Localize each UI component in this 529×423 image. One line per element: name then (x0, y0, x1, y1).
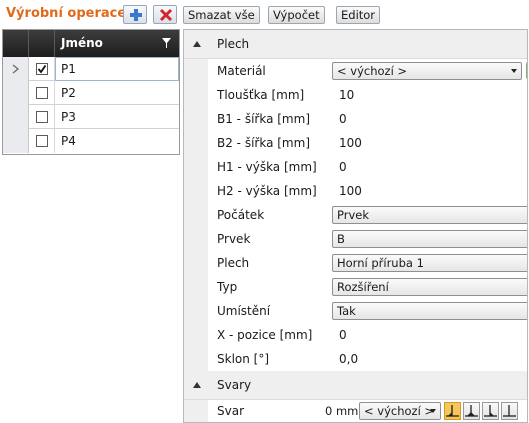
column-header-name[interactable]: Jméno (61, 36, 103, 50)
section-title: Plech (217, 37, 250, 51)
weld-type-button[interactable] (463, 402, 480, 420)
property-start: Počátek Prvek (208, 204, 527, 228)
weld-type-button-active[interactable] (444, 402, 461, 420)
h2-value[interactable]: 100 (339, 184, 362, 198)
position-dropdown[interactable]: Tak (332, 302, 527, 320)
section-title: Svary (217, 378, 252, 392)
property-x-position: X - pozice [mm] 0 (217, 328, 347, 342)
grid-header: Jméno (3, 30, 179, 57)
row-name: P4 (61, 134, 76, 148)
calculate-button[interactable]: Výpočet (268, 6, 325, 24)
b1-value[interactable]: 0 (339, 112, 347, 126)
member-dropdown[interactable]: B (332, 230, 527, 248)
property-h2: H2 - výška [mm] 100 (217, 184, 362, 198)
section-svary-header[interactable]: Svary (184, 371, 527, 400)
properties-panel: Plech Materiál < výchozí > Tloušťka [mm]… (183, 29, 528, 423)
operations-grid: Jméno P1 P2 P3 P4 (2, 29, 180, 155)
check-icon (37, 64, 47, 74)
row-indicator (3, 105, 29, 129)
thickness-value[interactable]: 10 (339, 88, 354, 102)
row-indicator (3, 129, 29, 153)
panel-title: Výrobní operace (6, 6, 127, 21)
weld-size-value[interactable]: 0 mm (325, 404, 358, 418)
row-name: P3 (61, 110, 76, 124)
row-name: P2 (61, 86, 76, 100)
chevron-down-icon (430, 409, 436, 413)
property-position: Umístění Tak (208, 300, 527, 324)
fillet-weld-icon (446, 405, 459, 417)
row-checkbox[interactable] (36, 111, 48, 123)
row-checkbox[interactable] (36, 87, 48, 99)
property-material: Materiál < výchozí > (208, 60, 527, 84)
header-indicator-cell (3, 30, 29, 57)
chevron-right-icon (12, 64, 20, 74)
weld-dropdown[interactable]: < výchozí > (359, 402, 441, 420)
start-dropdown[interactable]: Prvek (332, 206, 527, 224)
butt-weld-icon (503, 405, 516, 417)
collapse-triangle-icon[interactable] (193, 382, 201, 388)
table-row[interactable]: P4 (3, 129, 179, 153)
double-fillet-weld-icon (465, 405, 478, 417)
weld-type-button[interactable] (501, 402, 518, 420)
section-plech-header[interactable]: Plech (184, 30, 527, 59)
h1-value[interactable]: 0 (339, 160, 347, 174)
table-row[interactable]: P1 (3, 57, 179, 81)
delete-x-icon (159, 8, 173, 22)
header-checkbox-cell[interactable] (29, 30, 55, 57)
material-dropdown[interactable]: < výchozí > (332, 62, 522, 80)
x-position-value[interactable]: 0 (339, 328, 347, 342)
plate-dropdown[interactable]: Horní příruba 1 (332, 254, 527, 272)
filter-icon[interactable] (162, 38, 171, 48)
table-row[interactable]: P2 (3, 81, 179, 105)
editor-button[interactable]: Editor (336, 6, 381, 24)
property-thickness: Tloušťka [mm] 10 (217, 88, 355, 102)
row-indicator (3, 81, 29, 105)
delete-all-button[interactable]: Smazat vše (183, 6, 260, 24)
add-button[interactable] (123, 5, 147, 24)
chevron-down-icon (511, 69, 517, 73)
row-name: P1 (61, 62, 76, 76)
refresh-button[interactable] (526, 62, 527, 79)
property-slope: Sklon [°] 0,0 (217, 352, 359, 366)
toolbar: Výrobní operace Smazat vše Výpočet Edito… (0, 0, 529, 28)
collapse-triangle-icon[interactable] (193, 41, 201, 47)
weld-type-button[interactable] (482, 402, 499, 420)
plus-icon (130, 9, 142, 21)
type-dropdown[interactable]: Rozšíření (332, 278, 527, 296)
property-plate: Plech Horní příruba 1 (208, 252, 527, 276)
property-b2: B2 - šířka [mm] 100 (217, 136, 362, 150)
delete-button[interactable] (153, 5, 177, 24)
row-checkbox[interactable] (36, 63, 48, 75)
property-weld: Svar 0 mm < výchozí > (208, 400, 527, 422)
slope-value[interactable]: 0,0 (339, 352, 358, 366)
property-member: Prvek B (208, 228, 527, 252)
table-row[interactable]: P3 (3, 105, 179, 129)
b2-value[interactable]: 100 (339, 136, 362, 150)
property-type: Typ Rozšíření (208, 276, 527, 300)
row-indicator (3, 57, 29, 81)
row-checkbox[interactable] (36, 135, 48, 147)
property-h1: H1 - výška [mm] 0 (217, 160, 347, 174)
right-fillet-weld-icon (484, 405, 497, 417)
property-b1: B1 - šířka [mm] 0 (217, 112, 347, 126)
